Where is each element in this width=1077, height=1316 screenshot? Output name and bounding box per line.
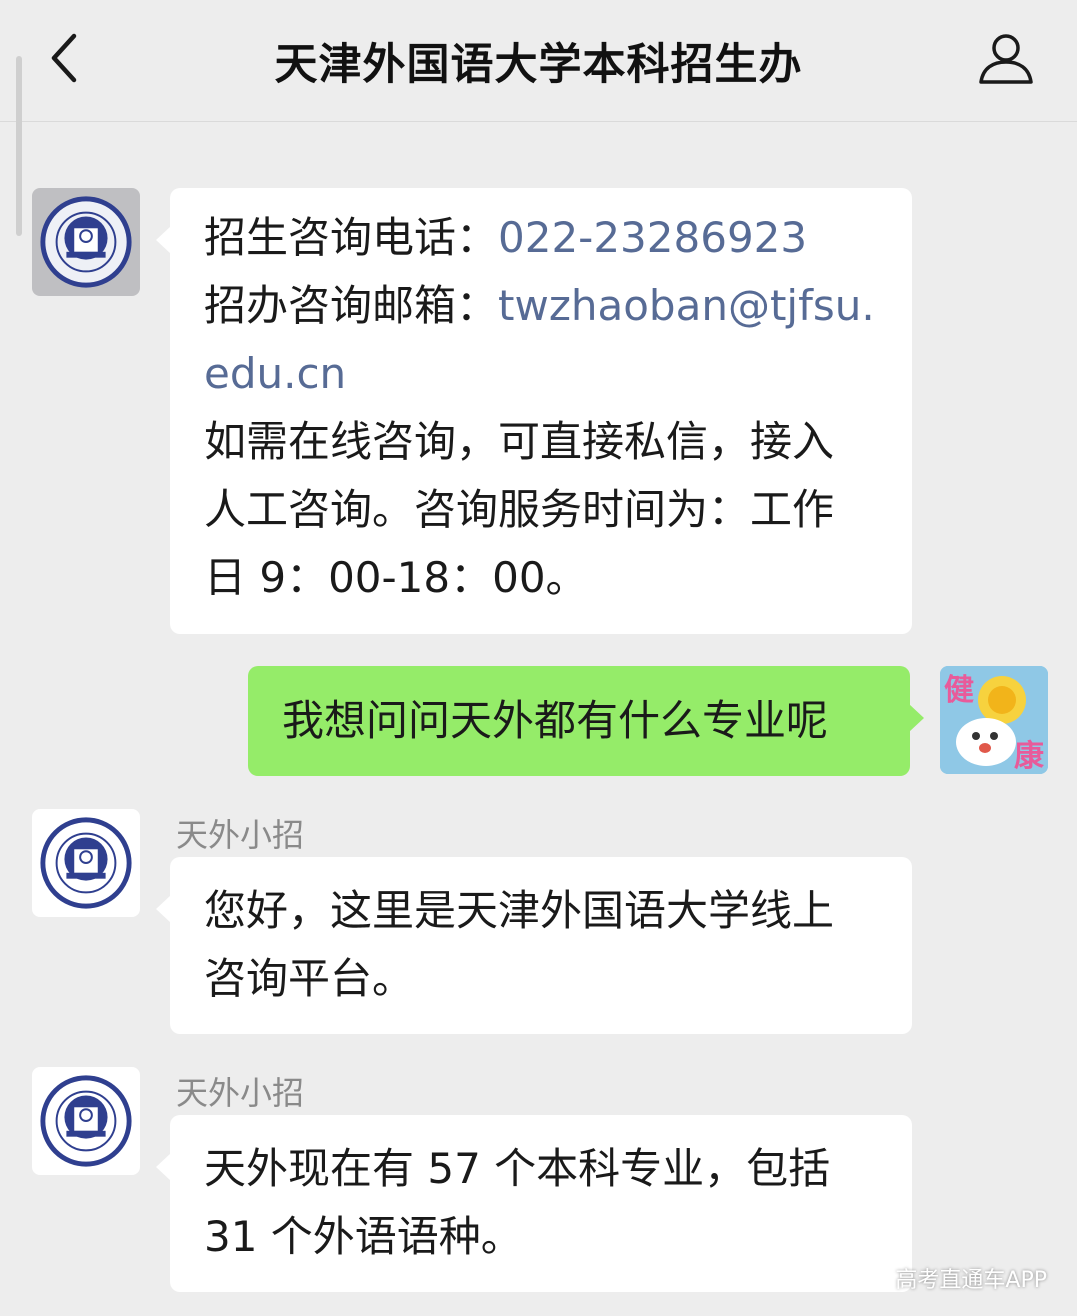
school-avatar[interactable] [32, 809, 140, 917]
message-bubble-incoming[interactable]: 您好，这里是天津外国语大学线上 咨询平台。 [156, 857, 912, 1034]
chat-header: 天津外国语大学本科招生办 [0, 0, 1077, 122]
university-logo-icon [40, 196, 132, 288]
message-bubble-outgoing[interactable]: 我想问问天外都有什么专业呢 [248, 666, 924, 776]
sender-name: 天外小招 [176, 816, 305, 854]
university-logo-icon [40, 817, 132, 909]
message-line: 招办咨询邮箱：twzhaoban@tjfsu. [204, 272, 878, 340]
message-bubble-incoming[interactable]: 天外现在有 57 个本科专业，包括 31 个外语语种。 [156, 1115, 912, 1292]
message-line: 招生咨询电话：022-23286923 [204, 204, 878, 272]
university-logo-icon [40, 1075, 132, 1167]
message-text: 31 个外语语种。 [204, 1212, 523, 1261]
message-text: 您好，这里是天津外国语大学线上 [204, 886, 835, 935]
school-avatar[interactable] [32, 188, 140, 296]
sticker-avatar-icon: 健 康 [940, 666, 1048, 774]
avatar-text-top: 健 [944, 673, 974, 708]
message-text: 人工咨询。咨询服务时间为：工作 [204, 485, 835, 534]
chat-title: 天津外国语大学本科招生办 [274, 40, 803, 90]
message-bubble-contact-info[interactable]: 招生咨询电话：022-23286923 招办咨询邮箱：twzhaoban@tjf… [156, 188, 912, 634]
email-label: 招办咨询邮箱： [204, 281, 499, 330]
phone-link[interactable]: 022-23286923 [498, 213, 807, 262]
scrollbar[interactable] [16, 56, 22, 236]
message-text: 如需在线咨询，可直接私信，接入 [204, 417, 835, 466]
message-text: 我想问问天外都有什么专业呢 [282, 696, 829, 745]
profile-button[interactable] [975, 28, 1037, 90]
message-text: 天外现在有 57 个本科专业，包括 [204, 1144, 831, 1193]
avatar-text-bottom: 康 [1014, 739, 1045, 774]
school-avatar[interactable] [32, 1067, 140, 1175]
message-text: 咨询平台。 [204, 954, 415, 1003]
sender-name: 天外小招 [176, 1074, 305, 1112]
phone-label: 招生咨询电话： [204, 213, 499, 262]
message-text: 日 9：00-18：00。 [204, 553, 588, 602]
person-icon [979, 34, 1033, 84]
email-link[interactable]: twzhaoban@tjfsu. [498, 281, 875, 330]
email-link-continued[interactable]: edu.cn [204, 340, 878, 408]
user-avatar[interactable]: 健 康 [940, 666, 1048, 774]
watermark: 高考直通车APP [895, 1268, 1047, 1293]
